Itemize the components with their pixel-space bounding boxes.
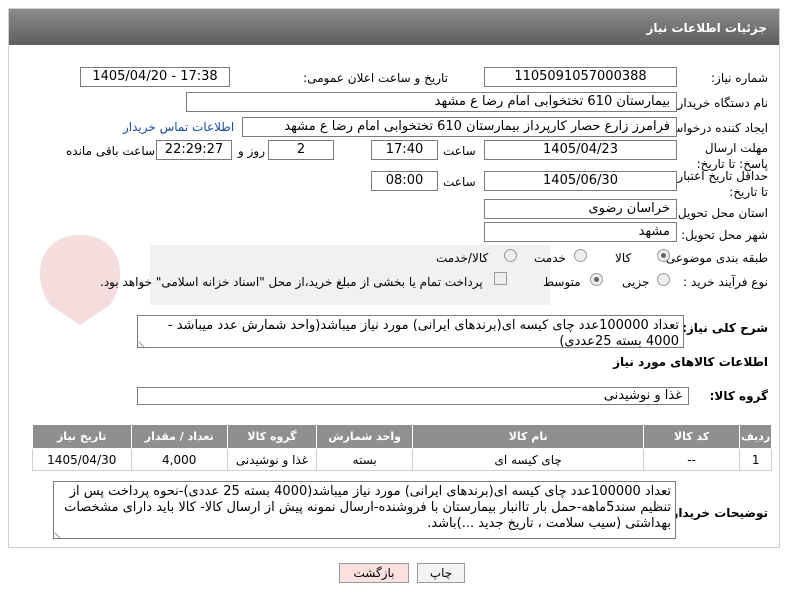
treasury-payment-checkbox[interactable]	[494, 272, 507, 285]
goods-group-label: گروه کالا:	[709, 389, 768, 403]
deadline-time-field: 17:40	[371, 140, 438, 160]
buyer-org-field: بیمارستان 610 تختخوابی امام رضا ع مشهد	[186, 92, 677, 112]
col-qty-header: تعداد / مقدار	[130, 424, 228, 449]
city-field: مشهد	[484, 222, 677, 242]
process-medium-radio[interactable]	[590, 273, 603, 286]
days-label: روز و	[238, 144, 265, 158]
description-textarea: تعداد 100000عدد چای کیسه ای(برندهای ایرا…	[137, 315, 684, 348]
min-price-time-label: ساعت	[443, 175, 476, 189]
table-row: 1 -- چای کیسه ای بسته غذا و نوشیدنی 4,00…	[32, 448, 772, 471]
cell-group: غذا و نوشیدنی	[226, 448, 318, 471]
days-remaining-field: 2	[268, 140, 334, 160]
treasury-payment-text: پرداخت تمام یا بخشی از مبلغ خرید،از محل …	[100, 275, 483, 289]
goods-table: ردیف کد کالا نام کالا واحد شمارش گروه کا…	[32, 424, 772, 471]
col-date-header: تاریخ نیاز	[32, 424, 132, 449]
goods-section-title: اطلاعات کالاهای مورد نیاز	[613, 355, 768, 369]
category-service-radio[interactable]	[574, 249, 587, 262]
process-partial-radio[interactable]	[657, 273, 670, 286]
cell-qty: 4,000	[130, 448, 228, 471]
announce-label: تاریخ و ساعت اعلان عمومی:	[303, 71, 448, 85]
print-button[interactable]: چاپ	[417, 563, 465, 583]
resize-handle-icon[interactable]	[138, 336, 150, 347]
buyer-notes-textarea: تعداد 100000عدد چای کیسه ای(برندهای ایرا…	[53, 481, 676, 539]
province-field: خراسان رضوی	[484, 199, 677, 219]
description-text: تعداد 100000عدد چای کیسه ای(برندهای ایرا…	[167, 318, 679, 348]
col-group-header: گروه کالا	[226, 424, 318, 449]
buyer-org-label: نام دستگاه خریدار:	[673, 96, 769, 110]
col-unit-header: واحد شمارش	[315, 424, 414, 449]
resize-handle-icon[interactable]	[54, 527, 66, 538]
goods-group-field: غذا و نوشیدنی	[137, 387, 689, 405]
city-label: شهر محل تحویل:	[681, 228, 768, 242]
creator-field: فرامرز زارع حصار کارپرداز بیمارستان 610 …	[242, 117, 677, 137]
need-number-field: 1105091057000388	[484, 67, 677, 87]
deadline-date-field: 1405/04/23	[484, 140, 677, 160]
cell-row: 1	[739, 448, 772, 471]
cell-code: --	[642, 448, 741, 471]
table-header-row: ردیف کد کالا نام کالا واحد شمارش گروه کا…	[32, 424, 772, 449]
buyer-notes-text: تعداد 100000عدد چای کیسه ای(برندهای ایرا…	[64, 484, 671, 531]
description-label: شرح کلی نیاز:	[682, 321, 768, 335]
buyer-notes-label: توضیحات خریدار:	[666, 506, 768, 520]
category-service-label: خدمت	[534, 251, 566, 265]
remaining-time-field: 22:29:27	[156, 140, 232, 160]
col-row-header: ردیف	[739, 424, 772, 449]
min-price-date-field: 1405/06/30	[484, 171, 677, 191]
min-price-time-field: 08:00	[371, 171, 438, 191]
back-button[interactable]: بازگشت	[339, 563, 409, 583]
process-medium-label: متوسط	[543, 275, 581, 289]
remaining-time-label: ساعت باقی مانده	[66, 144, 156, 158]
category-both-radio[interactable]	[504, 249, 517, 262]
announce-date-field: 1405/04/20 - 17:38	[80, 67, 230, 87]
need-number-label: شماره نیاز:	[711, 71, 768, 85]
province-label: استان محل تحویل:	[673, 206, 768, 220]
cell-date: 1405/04/30	[32, 448, 132, 471]
col-code-header: کد کالا	[642, 424, 741, 449]
category-goods-label: کالا	[615, 251, 632, 265]
process-partial-label: جزیی	[622, 275, 650, 289]
category-both-label: کالا/خدمت	[436, 251, 489, 265]
buyer-contact-link[interactable]: اطلاعات تماس خریدار	[123, 120, 234, 134]
panel-title: جزئیات اطلاعات نیاز	[9, 9, 779, 45]
process-label: نوع فرآیند خرید :	[683, 275, 768, 289]
cell-unit: بسته	[315, 448, 414, 471]
cell-name: چای کیسه ای	[412, 448, 644, 471]
category-goods-radio[interactable]	[657, 249, 670, 262]
deadline-time-label: ساعت	[443, 144, 476, 158]
category-label: طبقه بندی موضوعی:	[661, 251, 768, 265]
col-name-header: نام کالا	[412, 424, 644, 449]
